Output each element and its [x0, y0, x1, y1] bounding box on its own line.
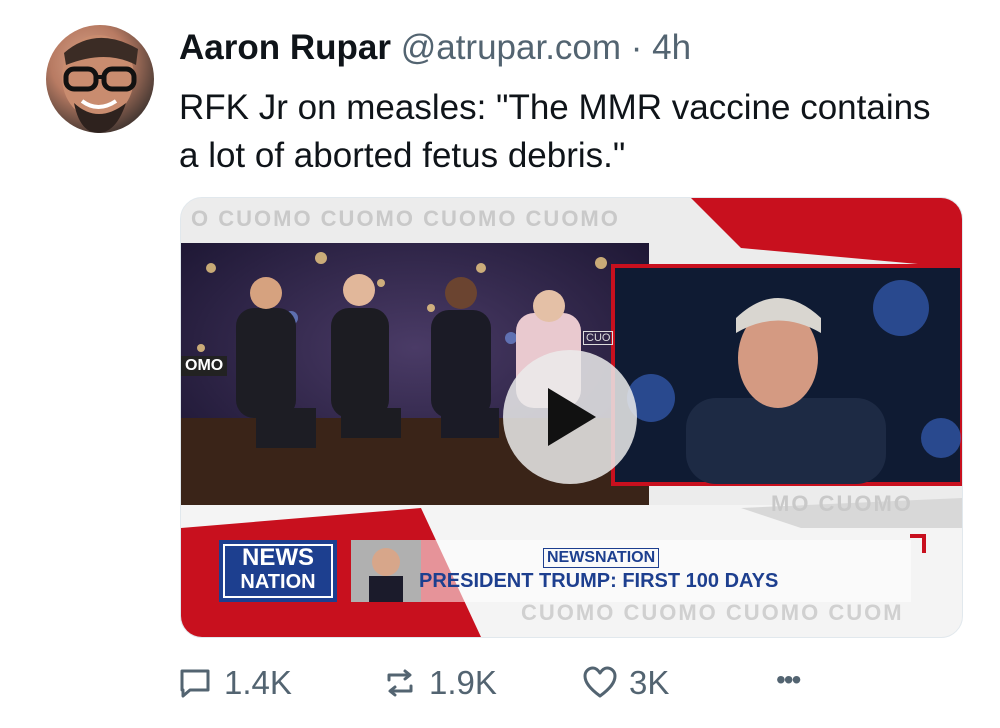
post-text: RFK Jr on measles: "The MMR vaccine cont… [179, 88, 931, 175]
post-actions: 1.4K 1.9K 3K ••• [176, 664, 826, 708]
avatar-image [62, 35, 138, 133]
video-media[interactable]: O CUOMO CUOMO CUOMO CUOMO MO CUOMO CUOMO… [180, 197, 963, 638]
author-handle[interactable]: @atrupar.com [401, 28, 621, 67]
watermark-top: O CUOMO CUOMO CUOMO CUOMO [191, 206, 620, 231]
network-logo-line1: NEWS [242, 544, 314, 571]
author-avatar[interactable] [46, 25, 154, 133]
reply-button[interactable]: 1.4K [176, 664, 292, 702]
like-button[interactable]: 3K [581, 664, 669, 702]
studio-tag-left: OMO [181, 356, 228, 376]
like-count: 3K [629, 664, 670, 701]
repost-icon [387, 669, 413, 697]
heart-icon [583, 666, 617, 698]
play-icon [548, 388, 596, 446]
watermark-bottom: CUOMO CUOMO CUOMO CUOM [521, 600, 904, 625]
network-logo: NEWS NATION [223, 544, 333, 598]
play-button[interactable] [503, 350, 637, 484]
repost-count: 1.9K [429, 664, 497, 701]
studio-tag-small: CUO [583, 331, 614, 345]
header-separator: · [630, 28, 643, 67]
lower-third-network: NEWSNATION [543, 548, 660, 568]
reply-icon [180, 669, 210, 698]
watermark-right: MO CUOMO [771, 491, 913, 516]
post-header: Aaron Rupar @atrupar.com · 4h [179, 26, 691, 70]
more-icon: ••• [776, 664, 801, 695]
repost-button[interactable]: 1.9K [381, 664, 497, 702]
author-name[interactable]: Aaron Rupar [179, 28, 391, 67]
network-logo-line2: NATION [240, 571, 316, 593]
more-options-button[interactable]: ••• [776, 664, 801, 696]
reply-count: 1.4K [224, 664, 292, 701]
lower-third-headline: PRESIDENT TRUMP: FIRST 100 DAYS [419, 570, 779, 592]
post-timestamp[interactable]: 4h [652, 28, 691, 67]
